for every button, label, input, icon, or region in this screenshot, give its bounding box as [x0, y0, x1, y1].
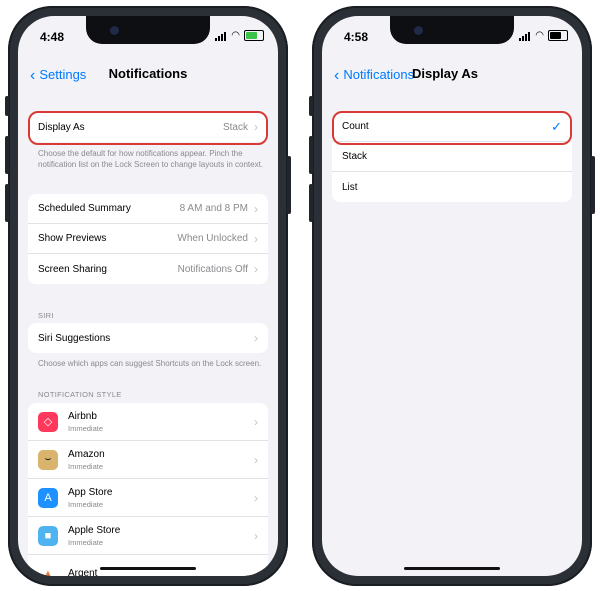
option-label: List — [342, 181, 358, 193]
app-subtitle: Immediate — [68, 499, 104, 509]
status-icons: ◠ — [519, 30, 568, 41]
volume-down-button — [5, 184, 9, 222]
volume-up-button — [5, 136, 9, 174]
setting-label: Scheduled Summary — [38, 203, 131, 214]
chevron-left-icon: ‹ — [334, 67, 340, 84]
side-button — [591, 156, 595, 214]
wifi-icon: ◠ — [231, 30, 240, 41]
battery-icon — [244, 30, 264, 41]
camera-icon — [414, 26, 423, 35]
chevron-right-icon: › — [254, 414, 258, 429]
checkmark-icon: ✓ — [551, 118, 562, 134]
chevron-right-icon: › — [254, 331, 258, 345]
setting-value: Notifications Off — [177, 263, 248, 275]
apple-store-icon: ■ — [38, 525, 58, 546]
chevron-right-icon: › — [254, 231, 258, 246]
nav-bar: ‹ Settings Notifications — [18, 62, 278, 86]
app-name: Argent — [68, 567, 98, 577]
setting-value: 8 AM and 8 PM — [179, 203, 248, 214]
silent-switch — [309, 96, 313, 116]
silent-switch — [5, 96, 9, 116]
page-title: Notifications — [108, 66, 188, 81]
back-label: Notifications — [343, 67, 415, 82]
setting-label: Show Previews — [38, 233, 107, 244]
signal-icon — [519, 30, 531, 41]
home-indicator — [100, 567, 196, 570]
app-row-apple-store[interactable]: ■ Apple Store Immediate › — [28, 517, 268, 555]
siri-suggestions-label: Siri Suggestions — [38, 332, 111, 344]
chevron-right-icon: › — [254, 490, 258, 505]
page-title: Display As — [412, 66, 478, 81]
status-time: 4:58 — [344, 30, 369, 44]
app-row-app-store[interactable]: A App Store Immediate › — [28, 479, 268, 517]
app-subtitle: Immediate — [68, 423, 104, 433]
argent-icon: ▲ — [38, 564, 58, 576]
back-button[interactable]: ‹ Notifications — [334, 66, 414, 84]
side-button — [287, 156, 291, 214]
wifi-icon: ◠ — [535, 30, 544, 41]
settings-group: Scheduled Summary 8 AM and 8 PM › Show P… — [28, 194, 268, 284]
chevron-right-icon: › — [254, 452, 258, 467]
chevron-right-icon: › — [254, 120, 258, 134]
volume-up-button — [309, 136, 313, 174]
option-stack[interactable]: Stack — [332, 142, 572, 172]
scheduled-summary-row[interactable]: Scheduled Summary 8 AM and 8 PM › — [28, 194, 268, 224]
app-subtitle: Immediate — [68, 537, 104, 547]
siri-group: Siri Suggestions › — [28, 323, 268, 353]
display-as-note: Choose the default for how notifications… — [38, 149, 264, 169]
display-as-group: Display As Stack › — [28, 112, 268, 142]
chevron-right-icon: › — [254, 528, 258, 543]
volume-down-button — [309, 184, 313, 222]
app-row-airbnb[interactable]: ◇ Airbnb Immediate › — [28, 403, 268, 441]
app-row-amazon[interactable]: ⌣ Amazon Immediate › — [28, 441, 268, 479]
app-row-argent[interactable]: ▲ Argent — [28, 555, 268, 576]
chevron-right-icon: › — [254, 201, 258, 216]
signal-icon — [215, 30, 227, 41]
airbnb-icon: ◇ — [38, 411, 58, 432]
screen-sharing-row[interactable]: Screen Sharing Notifications Off › — [28, 254, 268, 284]
setting-value: When Unlocked — [177, 233, 248, 244]
phone-right: 4:58 ◠ ‹ Notifications Display As Count ✓… — [309, 6, 595, 586]
notch — [390, 16, 514, 44]
siri-header: SIRI — [38, 311, 54, 320]
status-time: 4:48 — [40, 30, 65, 44]
option-list[interactable]: List — [332, 172, 572, 202]
option-count[interactable]: Count ✓ — [332, 112, 572, 142]
display-options-group: Count ✓ Stack List — [332, 112, 572, 202]
display-as-row[interactable]: Display As Stack › — [28, 112, 268, 142]
app-name: Amazon — [68, 448, 105, 460]
apps-list: ◇ Airbnb Immediate › ⌣ Amazon Immediate › … — [28, 403, 268, 576]
display-as-label: Display As — [38, 121, 85, 133]
app-name: Apple Store — [68, 524, 121, 536]
camera-icon — [110, 26, 119, 35]
display-as-value: Stack — [222, 121, 248, 133]
notch — [86, 16, 210, 44]
screen-display-as: 4:58 ◠ ‹ Notifications Display As Count ✓… — [322, 16, 582, 576]
home-indicator — [404, 567, 500, 570]
nav-bar: ‹ Notifications Display As — [322, 62, 582, 86]
setting-label: Screen Sharing — [38, 263, 107, 275]
siri-note: Choose which apps can suggest Shortcuts … — [38, 359, 262, 368]
app-name: App Store — [68, 486, 113, 498]
amazon-icon: ⌣ — [38, 449, 58, 470]
option-label: Stack — [342, 151, 368, 162]
notification-style-header: NOTIFICATION STYLE — [38, 390, 122, 399]
battery-icon — [548, 30, 568, 41]
screen-notifications: 4:48 ◠ ‹ Settings Notifications Display A… — [18, 16, 278, 576]
phone-left: 4:48 ◠ ‹ Settings Notifications Display A… — [5, 6, 291, 586]
show-previews-row[interactable]: Show Previews When Unlocked › — [28, 224, 268, 254]
siri-suggestions-row[interactable]: Siri Suggestions › — [28, 323, 268, 353]
option-label: Count — [342, 121, 369, 132]
app-subtitle: Immediate — [68, 461, 104, 471]
chevron-right-icon: › — [254, 262, 258, 276]
app-store-icon: A — [38, 487, 58, 508]
app-name: Airbnb — [68, 410, 97, 422]
status-icons: ◠ — [215, 30, 264, 41]
